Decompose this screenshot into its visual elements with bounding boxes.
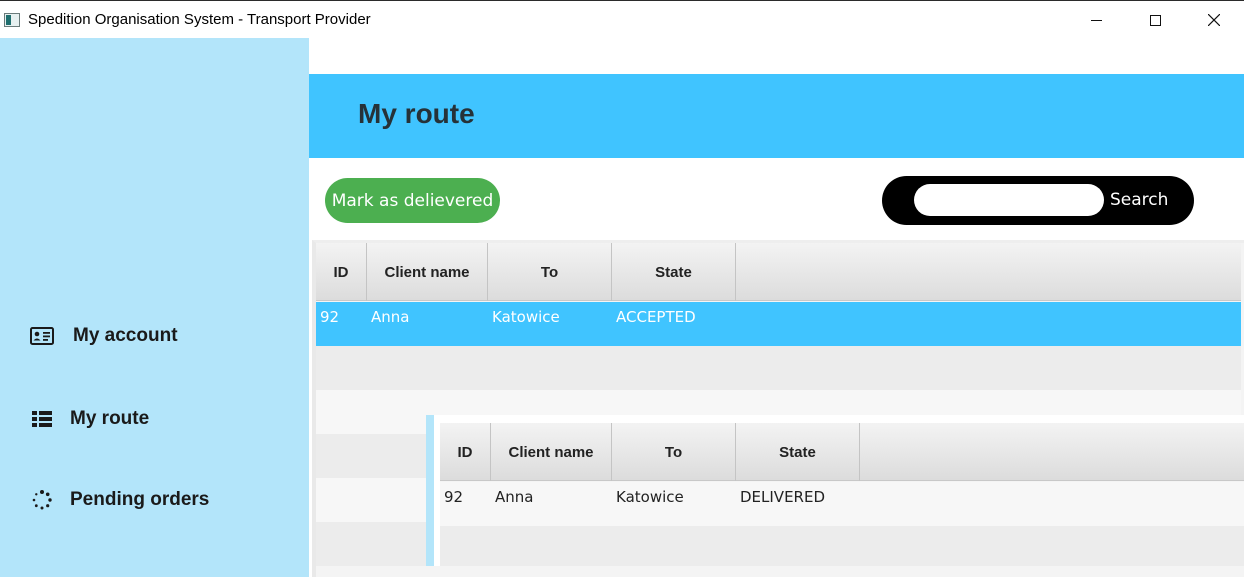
- cell-id: 92: [320, 308, 340, 326]
- cell-client-name: Anna: [495, 488, 534, 506]
- row-detail-panel: ID Client name To State 92 Anna Katowice…: [426, 415, 1244, 566]
- close-icon: [1208, 14, 1220, 26]
- column-header-client-name[interactable]: Client name: [491, 423, 612, 481]
- close-button[interactable]: [1185, 1, 1243, 39]
- title-bar: Spedition Organisation System - Transpor…: [0, 0, 1244, 38]
- page-title: My route: [358, 98, 475, 129]
- mark-as-delivered-button[interactable]: Mark as delievered: [325, 178, 500, 223]
- sidebar-item-label: My account: [73, 325, 178, 346]
- detail-table[interactable]: ID Client name To State 92 Anna Katowice…: [440, 423, 1244, 566]
- table-header: ID Client name To State: [440, 423, 1244, 481]
- app-icon: [4, 13, 20, 27]
- spinner-icon: [30, 490, 54, 510]
- column-header-id[interactable]: ID: [440, 423, 491, 481]
- sidebar-item-label: My route: [70, 408, 150, 429]
- list-icon: [30, 409, 54, 429]
- maximize-icon: [1149, 14, 1161, 26]
- sidebar-item-label: Pending orders: [70, 489, 210, 510]
- cell-to: Katowice: [616, 488, 684, 506]
- search-input[interactable]: [914, 184, 1104, 216]
- page-header: My route: [309, 74, 1244, 158]
- sidebar-item-my-account[interactable]: My account: [30, 325, 178, 347]
- column-header-state[interactable]: State: [736, 423, 860, 481]
- cell-state: ACCEPTED: [616, 308, 696, 326]
- cell-to: Katowice: [492, 308, 560, 326]
- id-card-icon: [30, 326, 54, 346]
- detail-indicator-bar: [426, 415, 434, 566]
- sidebar-item-pending-orders[interactable]: Pending orders: [30, 489, 209, 511]
- cell-client-name: Anna: [371, 308, 410, 326]
- table-row[interactable]: 92 Anna Katowice DELIVERED: [440, 482, 1244, 526]
- sidebar-item-my-route[interactable]: My route: [30, 408, 149, 430]
- column-header-to[interactable]: To: [488, 243, 612, 301]
- window-title: Spedition Organisation System - Transpor…: [28, 11, 371, 28]
- minimize-button[interactable]: [1067, 1, 1125, 39]
- empty-row: [316, 346, 1241, 390]
- cell-id: 92: [444, 488, 464, 506]
- table-header: ID Client name To State: [316, 243, 1241, 301]
- column-header-client-name[interactable]: Client name: [367, 243, 488, 301]
- column-header-state[interactable]: State: [612, 243, 736, 301]
- column-header-filler: [860, 423, 1244, 481]
- table-row[interactable]: 92 Anna Katowice ACCEPTED: [316, 302, 1241, 346]
- cell-state: DELIVERED: [740, 488, 825, 506]
- column-header-filler: [736, 243, 1241, 301]
- column-header-id[interactable]: ID: [316, 243, 367, 301]
- maximize-button[interactable]: [1126, 1, 1184, 39]
- column-header-to[interactable]: To: [612, 423, 736, 481]
- search-bar: Search: [882, 176, 1194, 225]
- minimize-icon: [1090, 19, 1102, 21]
- empty-row: [440, 526, 1244, 566]
- sidebar: My account My route Pending orders: [0, 38, 309, 577]
- search-button[interactable]: Search: [1110, 190, 1168, 210]
